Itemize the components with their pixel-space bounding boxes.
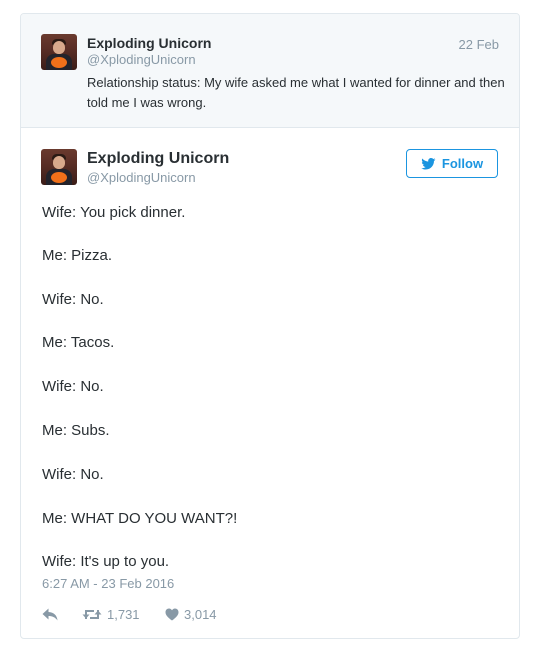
reply-icon — [42, 608, 58, 620]
tweet-line: Wife: No. — [42, 466, 104, 483]
parent-tweet-date[interactable]: 22 Feb — [459, 37, 499, 52]
retweet-icon — [82, 609, 102, 619]
tweet-line: Wife: No. — [42, 378, 104, 395]
retweet-count: 1,731 — [107, 606, 140, 622]
like-count: 3,014 — [184, 606, 217, 622]
parent-tweet[interactable]: Exploding Unicorn @XplodingUnicorn 22 Fe… — [21, 14, 519, 128]
follow-button[interactable]: Follow — [406, 149, 498, 178]
tweet-line: Me: WHAT DO YOU WANT?! — [42, 510, 238, 527]
tweet-line: Wife: It's up to you. — [42, 553, 170, 570]
tweet-line: Me: Subs. — [42, 422, 110, 439]
tweet-line: Me: Pizza. — [42, 247, 113, 264]
parent-author-name[interactable]: Exploding Unicorn — [87, 35, 211, 51]
tweet-card: Exploding Unicorn @XplodingUnicorn 22 Fe… — [20, 13, 520, 639]
twitter-bird-icon — [421, 157, 436, 170]
follow-label: Follow — [441, 156, 484, 171]
avatar[interactable] — [41, 34, 77, 70]
heart-icon — [165, 608, 179, 620]
author-name[interactable]: Exploding Unicorn — [87, 150, 229, 168]
tweet-line: Wife: You pick dinner. — [42, 204, 186, 221]
avatar[interactable] — [41, 149, 77, 185]
retweet-button[interactable]: 1,731 — [82, 607, 165, 622]
parent-tweet-text: Relationship status: My wife asked me wh… — [87, 75, 505, 110]
tweet-actions: 1,731 3,014 — [42, 604, 217, 624]
tweet-timestamp[interactable]: 6:27 AM - 23 Feb 2016 — [42, 576, 174, 591]
parent-author-handle[interactable]: @XplodingUnicorn — [87, 52, 196, 67]
tweet-line: Me: Tacos. — [42, 334, 115, 351]
tweet-line: Wife: No. — [42, 291, 104, 308]
author-handle[interactable]: @XplodingUnicorn — [87, 170, 196, 185]
like-button[interactable]: 3,014 — [165, 607, 217, 622]
reply-button[interactable] — [42, 608, 82, 621]
